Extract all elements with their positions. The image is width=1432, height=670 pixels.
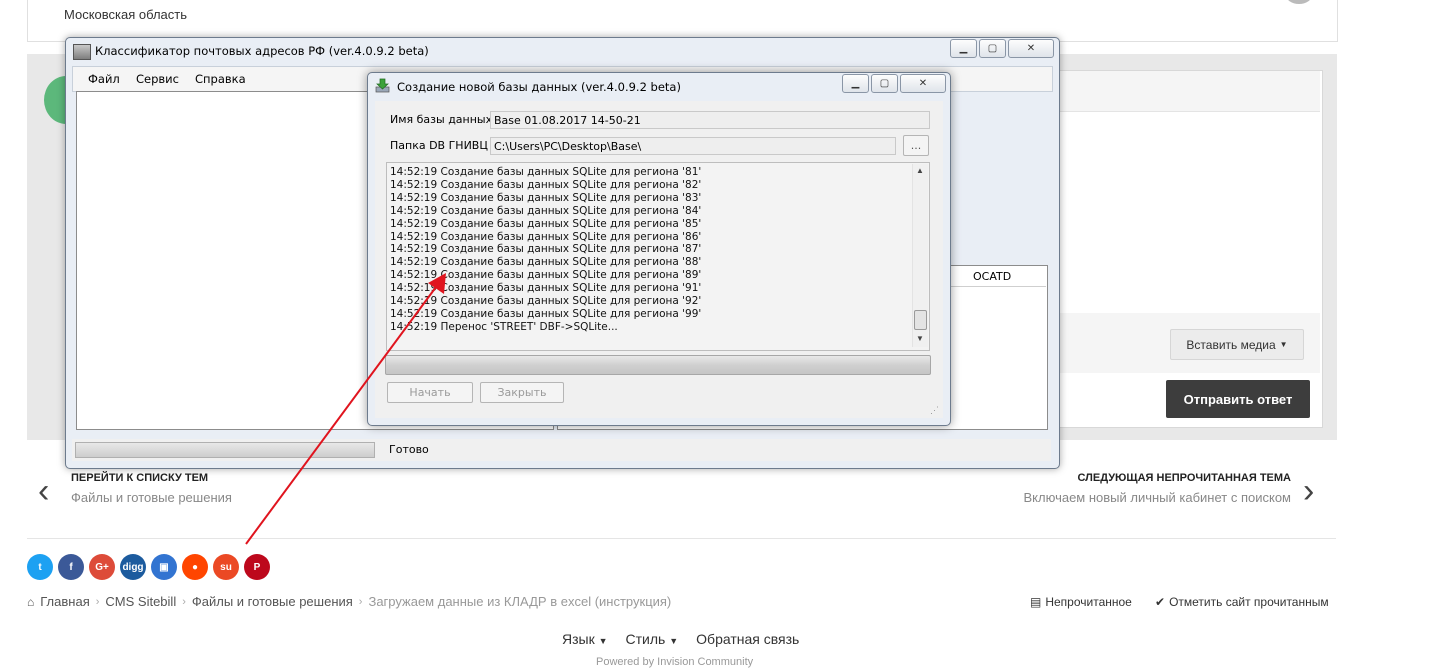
- annotation-arrow: [245, 273, 446, 545]
- arrow-head: [428, 273, 446, 294]
- arrow-line: [245, 286, 437, 545]
